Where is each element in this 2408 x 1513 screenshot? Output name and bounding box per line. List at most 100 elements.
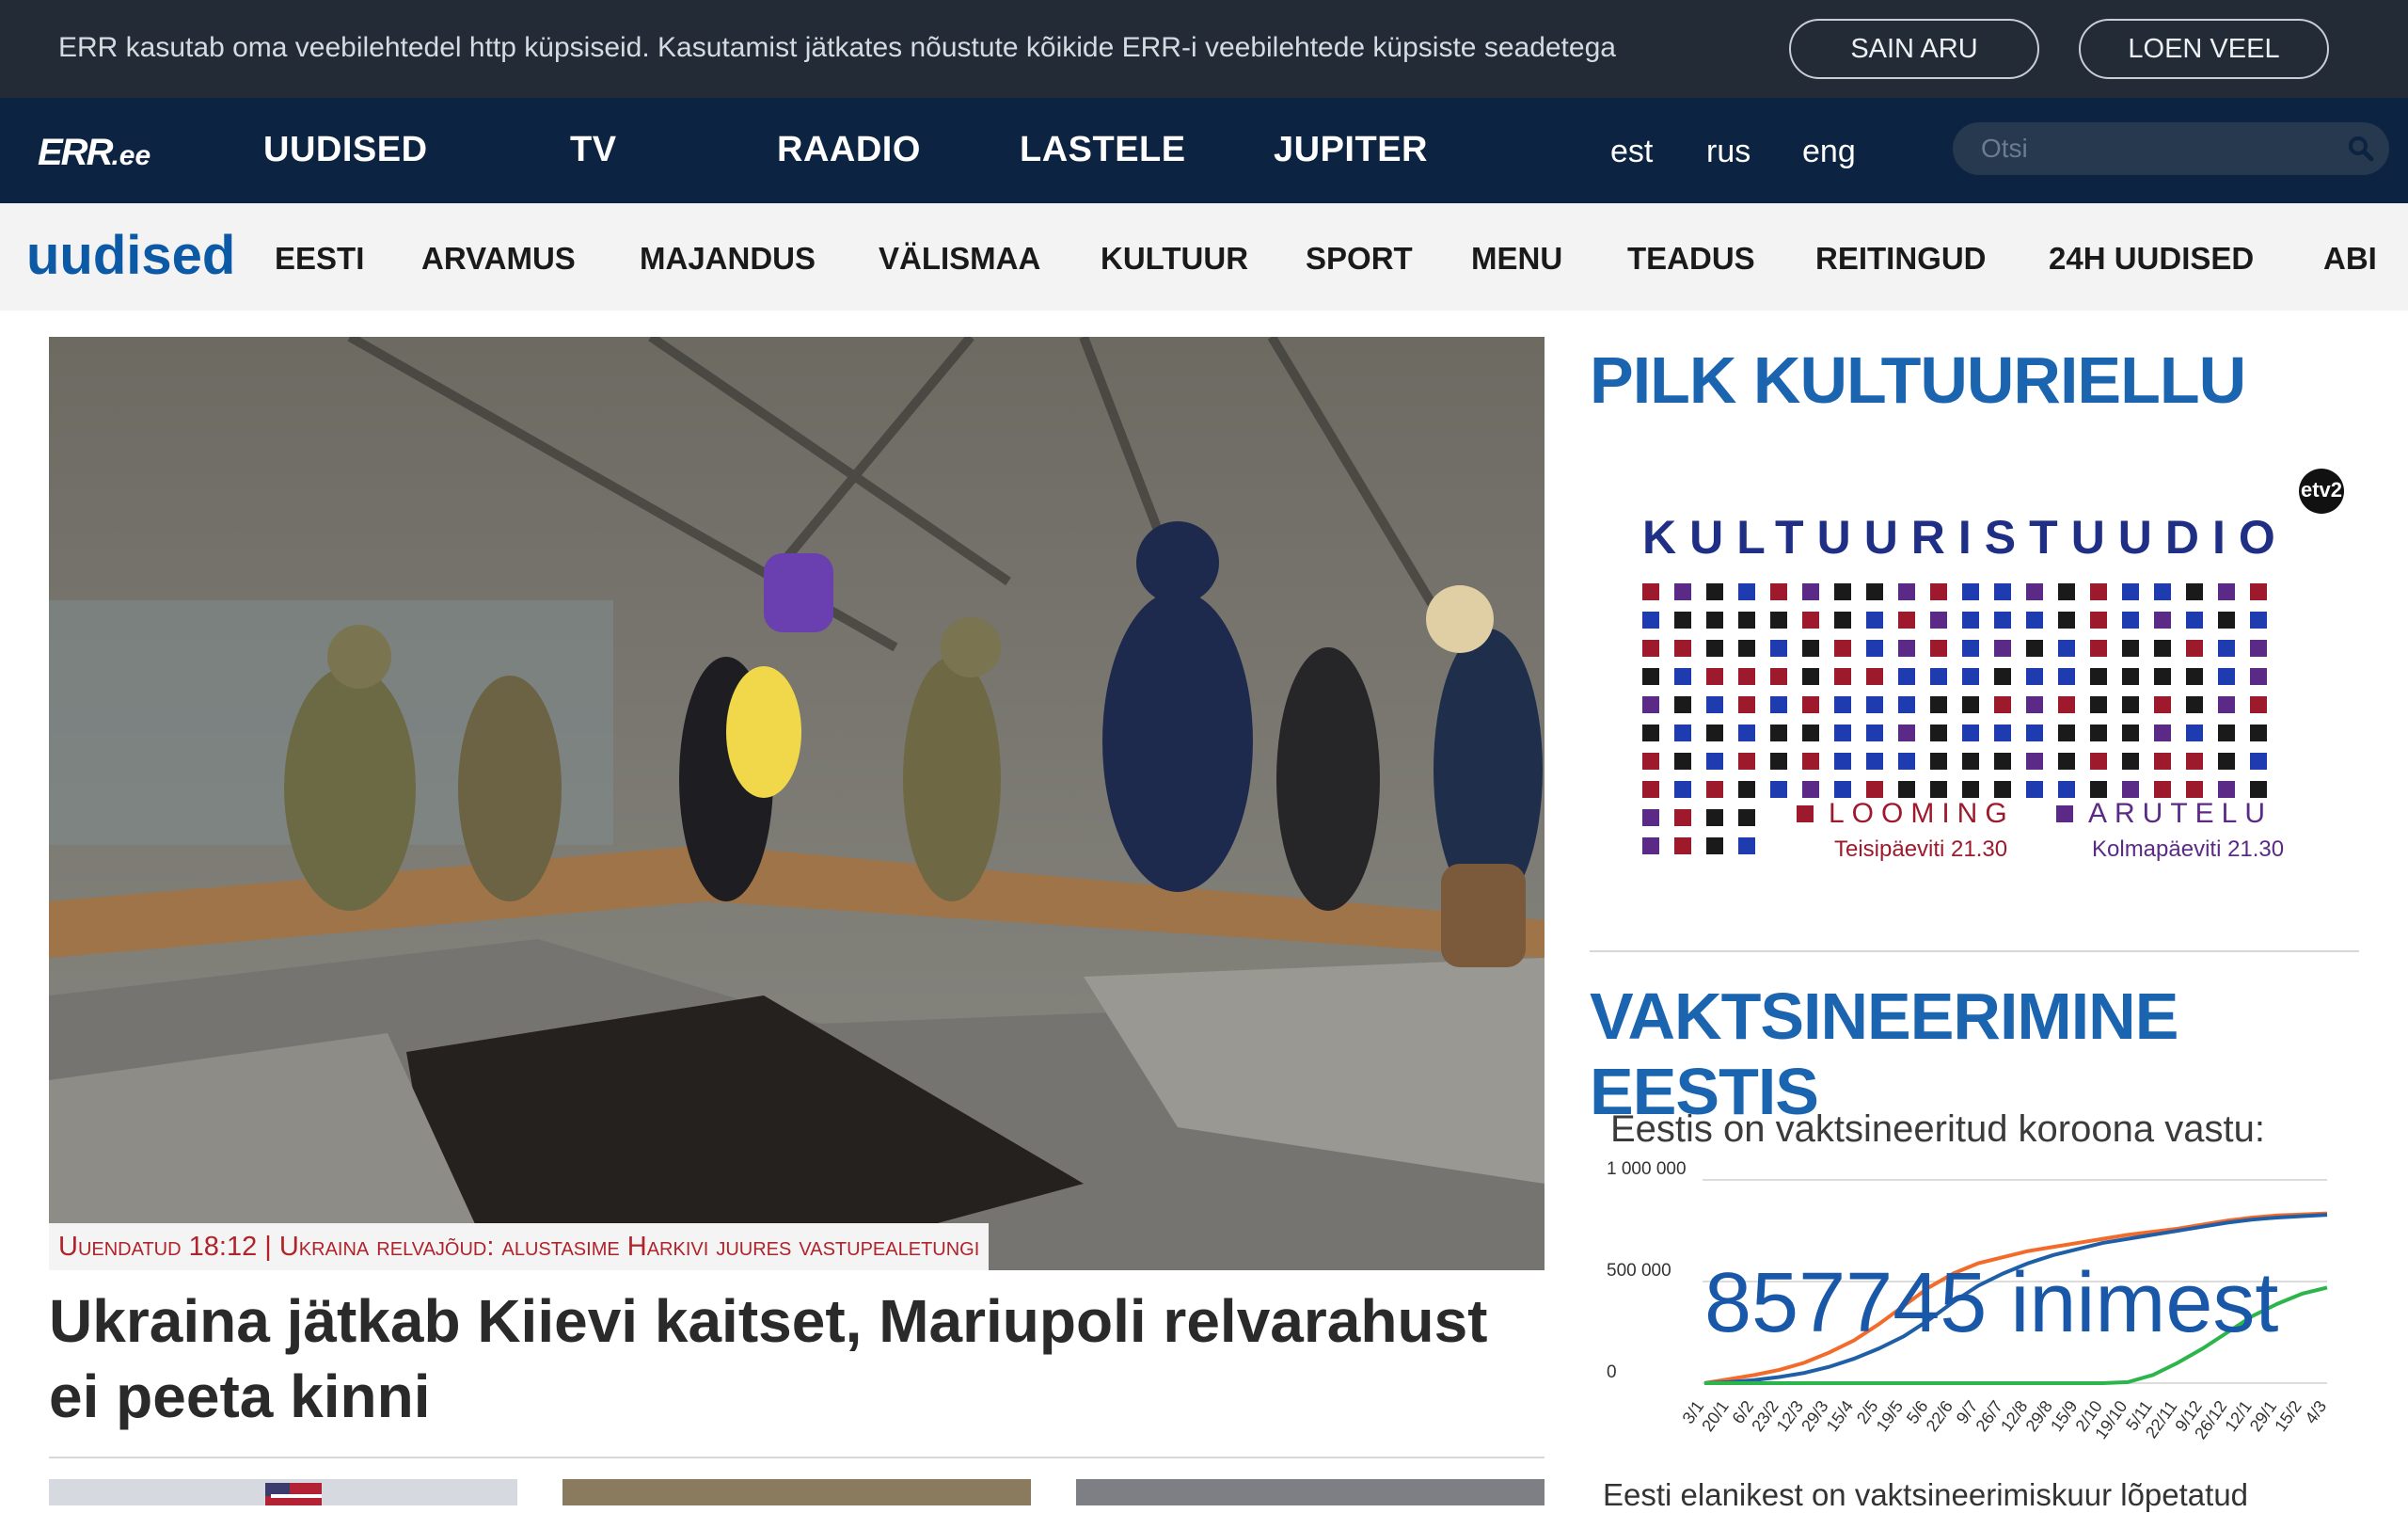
promo-square [1706,696,1723,713]
section-navigation: uudised EESTI ARVAMUS MAJANDUS VÄLISMAA … [0,203,2408,311]
search-icon[interactable] [2346,134,2376,164]
promo-square [1994,725,2011,741]
sec-24h-uudised[interactable]: 24H UUDISED [2049,241,2254,277]
promo-square [1674,753,1691,770]
promo-square [1962,668,1979,685]
promo-square [2218,583,2235,600]
promo-square [1738,696,1755,713]
sec-reitingud[interactable]: REITINGUD [1815,241,1987,277]
article-thumbnail[interactable] [562,1479,1031,1505]
promo-square [1770,668,1787,685]
promo-square [2250,753,2267,770]
promo-square [2058,612,2075,629]
sec-sport[interactable]: SPORT [1306,241,1413,277]
x-tick-label: 4/3 [2302,1397,2331,1427]
promo-square [2026,696,2043,713]
sec-arvamus[interactable]: ARVAMUS [421,241,576,277]
promo-arutelu-time: Kolmapäeviti 21.30 [2092,836,2284,862]
promo-square [2250,612,2267,629]
promo-square [2122,640,2139,657]
promo-square [1674,668,1691,685]
culture-section-title[interactable]: PILK KULTUURIELLU [1590,342,2246,418]
looming-marker [1797,805,1814,822]
nav-raadio[interactable]: RAADIO [777,130,921,170]
nav-uudised[interactable]: UUDISED [263,130,428,170]
promo-square [1930,668,1947,685]
promo-square [2186,781,2203,798]
promo-square [2218,696,2235,713]
promo-square [1674,612,1691,629]
promo-square [1674,809,1691,826]
lang-eng[interactable]: eng [1802,134,1856,170]
promo-square [1770,725,1787,741]
x-tick-label: 15/4 [1823,1397,1857,1435]
promo-square [1834,696,1851,713]
sec-majandus[interactable]: MAJANDUS [640,241,816,277]
cookie-accept-button[interactable]: SAIN ARU [1789,19,2039,79]
sec-menu[interactable]: MENU [1471,241,1562,277]
promo-square [1706,781,1723,798]
promo-square [1898,640,1915,657]
sec-eesti[interactable]: EESTI [275,241,364,277]
nav-jupiter[interactable]: JUPITER [1274,130,1428,170]
promo-square [1994,640,2011,657]
promo-square [1802,640,1819,657]
promo-square [2122,781,2139,798]
promo-square [1994,781,2011,798]
promo-square [1962,583,1979,600]
hero-image[interactable] [49,337,1545,1270]
promo-square [2090,781,2107,798]
nav-lastele[interactable]: LASTELE [1020,130,1186,170]
search-input[interactable] [1981,134,2320,164]
promo-square [1706,612,1723,629]
promo-square [1674,725,1691,741]
lang-rus[interactable]: rus [1706,134,1751,170]
cookie-read-more-button[interactable]: LOEN VEEL [2079,19,2329,79]
promo-square [1866,725,1883,741]
nav-tv[interactable]: TV [570,130,617,170]
sec-abi[interactable]: ABI [2323,241,2377,277]
promo-square [2154,753,2171,770]
promo-square [2090,753,2107,770]
promo-looming-time: Teisipäeviti 21.30 [1834,836,2007,862]
article-thumbnail[interactable] [49,1479,517,1505]
sec-teadus[interactable]: TEADUS [1627,241,1755,277]
promo-square [2154,583,2171,600]
promo-square [1770,583,1787,600]
promo-square [1962,753,1979,770]
promo-square [1898,612,1915,629]
promo-square [1834,583,1851,600]
promo-square [1866,583,1883,600]
sidebar-divider [1590,950,2359,952]
hero-headline[interactable]: Ukraina jätkab Kiievi kaitset, Mariupoli… [49,1283,1545,1434]
promo-square [2250,696,2267,713]
promo-square [2058,725,2075,741]
promo-square [1706,668,1723,685]
x-tick-label: 12/1 [2221,1397,2255,1435]
promo-square [1642,809,1659,826]
kultuuristuudio-promo[interactable]: etv2 KULTUURISTUUDIO LOOMING Teisipäevit… [1590,461,2359,884]
hero-update-tag[interactable]: Uuendatud 18:12 | Ukraina relvajõud: alu… [49,1223,990,1270]
x-tick-label: 29/8 [2022,1397,2056,1435]
promo-square [2122,612,2139,629]
promo-square [2250,668,2267,685]
sec-valismaa[interactable]: VÄLISMAA [879,241,1040,277]
promo-square [1738,837,1755,854]
vaccination-section-title[interactable]: VAKTSINEERIMINE EESTIS [1590,979,2408,1129]
sec-kultuur[interactable]: KULTUUR [1101,241,1248,277]
promo-square [1674,781,1691,798]
promo-square [2186,725,2203,741]
lang-est[interactable]: est [1610,134,1653,170]
promo-square [1738,612,1755,629]
article-thumbnail[interactable] [1076,1479,1545,1505]
vaccinated-count: 857745 inimest [1704,1256,2279,1350]
promo-square [1642,612,1659,629]
uudised-logo[interactable]: uudised [26,224,235,287]
promo-square [1706,640,1723,657]
promo-square [2090,640,2107,657]
promo-square [2122,583,2139,600]
promo-square [1834,668,1851,685]
promo-square [2218,668,2235,685]
err-logo[interactable]: ERR.ee [38,132,150,174]
promo-square [2186,612,2203,629]
